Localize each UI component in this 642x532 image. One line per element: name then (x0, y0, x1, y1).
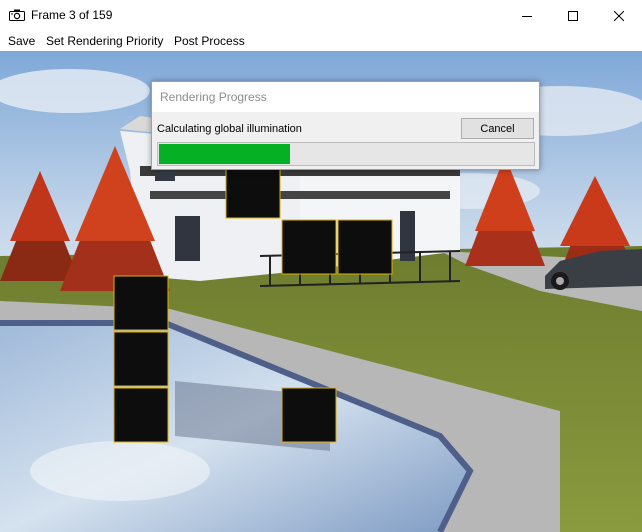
maximize-button[interactable] (550, 0, 596, 31)
render-tile (225, 168, 281, 219)
menu-save[interactable]: Save (8, 34, 35, 48)
render-tile (113, 331, 169, 387)
progress-bar-fill (159, 144, 290, 164)
close-icon (614, 10, 624, 21)
progress-status-text: Calculating global illumination (157, 123, 302, 135)
camera-icon (9, 9, 25, 21)
render-tile (281, 387, 337, 443)
render-tile (337, 219, 393, 275)
render-tile (113, 275, 169, 331)
render-tile (281, 219, 337, 275)
dialog-title: Rendering Progress (160, 90, 267, 104)
cancel-button[interactable]: Cancel (461, 118, 534, 139)
title-bar: Frame 3 of 159 (0, 0, 642, 31)
dialog-title-bar[interactable]: Rendering Progress (152, 82, 539, 112)
minimize-icon (522, 15, 532, 17)
render-tile (113, 387, 169, 443)
menu-post-process[interactable]: Post Process (174, 34, 245, 48)
close-button[interactable] (596, 0, 642, 31)
window-title: Frame 3 of 159 (31, 8, 113, 22)
progress-bar (157, 142, 535, 166)
maximize-icon (568, 10, 578, 21)
rendering-progress-dialog: Rendering Progress Calculating global il… (151, 81, 540, 170)
minimize-button[interactable] (504, 0, 550, 31)
menu-set-rendering-priority[interactable]: Set Rendering Priority (46, 34, 163, 48)
menu-bar: Save Set Rendering Priority Post Process (0, 31, 642, 51)
